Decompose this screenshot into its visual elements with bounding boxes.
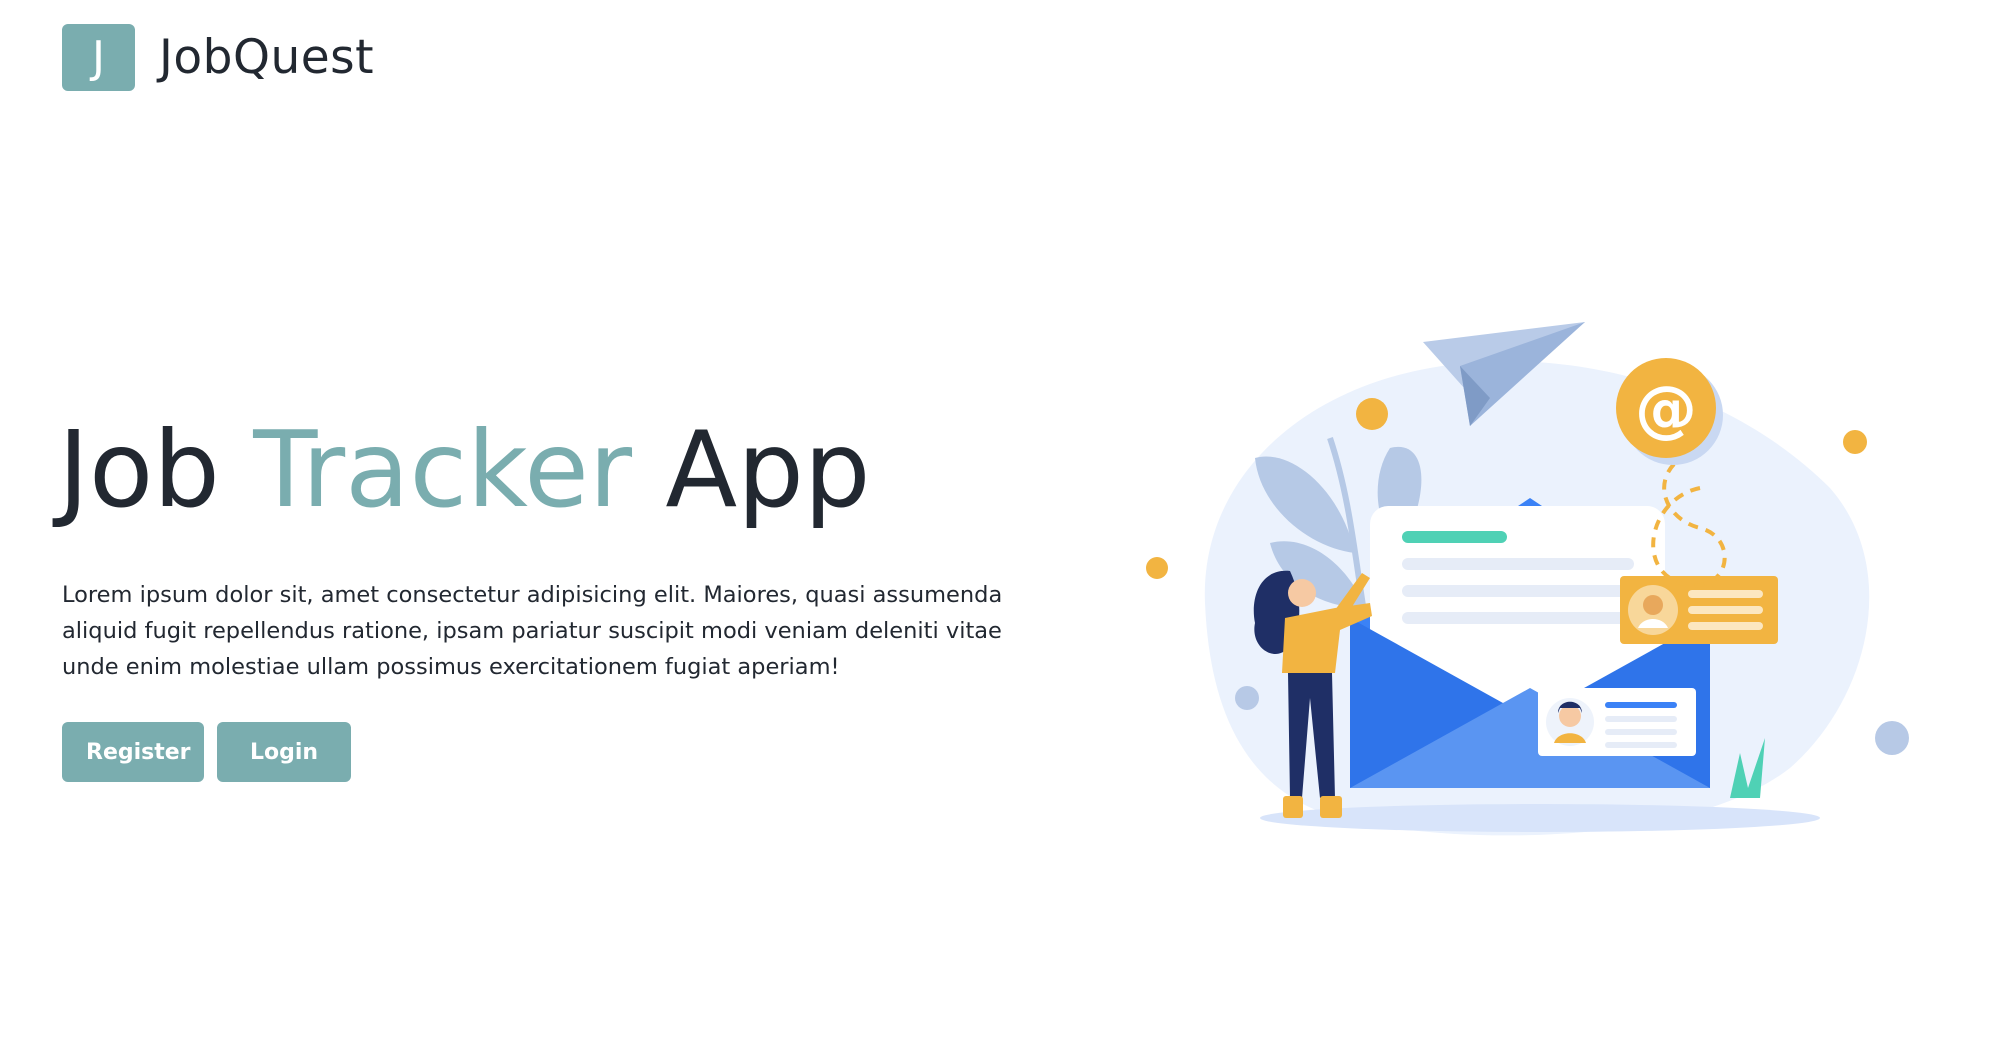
job-application-illustration: @ — [1146, 322, 1909, 836]
hero-title-part2: App — [632, 409, 871, 531]
login-button[interactable]: Login — [217, 722, 351, 782]
hero-description: Lorem ipsum dolor sit, amet consectetur … — [62, 582, 1003, 680]
dot-orange-3 — [1146, 557, 1168, 579]
dot-blue-1 — [1235, 686, 1259, 710]
floor-shadow — [1260, 804, 1820, 832]
hero-actions: Register Login — [62, 722, 351, 782]
profile-card-white — [1538, 688, 1696, 756]
register-button[interactable]: Register — [62, 722, 204, 782]
brand-logo[interactable]: J JobQuest — [62, 24, 374, 91]
hero-title: Job Tracker App — [58, 418, 871, 523]
dot-blue-2 — [1875, 721, 1909, 755]
landing-page: J JobQuest Job Tracker App Lorem ipsum d… — [0, 0, 1989, 1044]
dot-orange-1 — [1356, 398, 1388, 430]
hero-title-part1: Job — [58, 409, 254, 531]
hero-title-accent: Tracker — [253, 409, 633, 531]
logo-icon: J — [62, 24, 135, 91]
at-symbol: @ — [1635, 372, 1697, 445]
brand-name: JobQuest — [159, 30, 375, 85]
dot-orange-2 — [1843, 430, 1867, 454]
